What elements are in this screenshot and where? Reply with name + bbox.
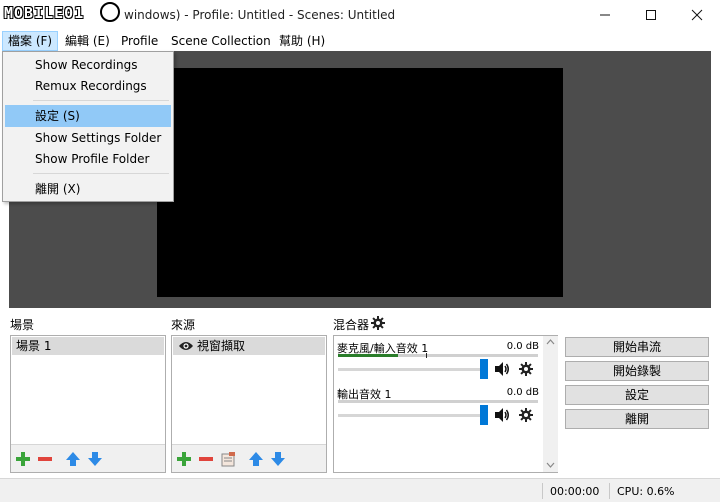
scenes-toolbar [11,444,165,472]
audio-mixer: 麥克風/輸入音效 1 0.0 dB 輸出音效 1 0.0 dB [333,335,558,473]
source-properties-icon[interactable] [220,451,236,467]
menu-show-recordings[interactable]: Show Recordings [5,54,171,76]
status-divider [542,483,543,499]
volume-slider-handle[interactable] [480,405,488,425]
menu-file[interactable]: 檔案 (F) [2,31,59,51]
mixer-channel-db: 0.0 dB [506,387,539,398]
exit-button[interactable]: 離開 [565,409,709,429]
menu-scene-collection[interactable]: Scene Collection [166,31,276,51]
menu-remux-recordings[interactable]: Remux Recordings [5,75,171,97]
eye-icon[interactable] [178,340,194,352]
scenes-list[interactable]: 場景 1 [10,335,166,473]
start-streaming-button[interactable]: 開始串流 [565,337,709,357]
sources-list[interactable]: 視窗擷取 [171,335,327,473]
add-scene-icon[interactable] [15,451,31,467]
menu-show-settings-folder[interactable]: Show Settings Folder [5,127,171,149]
maximize-icon [646,10,656,20]
menu-edit[interactable]: 編輯 (E) [60,31,115,51]
title-bar: MOBILE01 windows) - Profile: Untitled - … [0,0,720,31]
remove-scene-icon[interactable] [37,451,53,467]
menu-settings[interactable]: 設定 (S) [5,105,171,127]
status-divider [609,483,610,499]
volume-meter-level [338,354,398,357]
move-down-icon[interactable] [270,451,286,467]
channel-gear-icon[interactable] [518,407,534,423]
volume-slider[interactable] [338,414,488,417]
scroll-down-icon[interactable] [546,462,555,468]
sources-toolbar [172,444,326,472]
remove-source-icon[interactable] [198,451,214,467]
minimize-icon [600,14,610,16]
sources-label: 來源 [171,318,196,332]
mixer-label: 混合器 [333,318,370,332]
volume-slider[interactable] [338,368,488,371]
window-title: windows) - Profile: Untitled - Scenes: U… [124,8,396,22]
logo-mark [100,2,120,22]
menu-help[interactable]: 幫助 (H) [274,31,330,51]
move-up-icon[interactable] [65,451,81,467]
status-bar: 00:00:00 CPU: 0.6% [0,478,720,502]
speaker-icon[interactable] [494,361,510,377]
close-button[interactable] [674,0,720,30]
volume-meter [338,400,538,403]
add-source-icon[interactable] [176,451,192,467]
status-time: 00:00:00 [550,485,600,498]
menu-bar: 檔案 (F) 編輯 (E) Profile Scene Collection 幫… [0,31,720,51]
menu-profile[interactable]: Profile [116,31,163,51]
settings-button[interactable]: 設定 [565,385,709,405]
speaker-icon[interactable] [494,407,510,423]
scroll-up-icon[interactable] [546,339,555,345]
scenes-label: 場景 [10,318,35,332]
close-icon [691,9,703,21]
mixer-scrollbar[interactable] [543,336,558,472]
mixer-channel-db: 0.0 dB [506,341,539,352]
minimize-button[interactable] [582,0,628,30]
scene-item[interactable]: 場景 1 [12,337,164,355]
logo: MOBILE01 [2,2,124,26]
move-up-icon[interactable] [248,451,264,467]
logo-text: MOBILE01 [4,4,85,22]
channel-gear-icon[interactable] [518,361,534,377]
preview-canvas[interactable] [157,68,563,297]
move-down-icon[interactable] [87,451,103,467]
status-cpu: CPU: 0.6% [617,485,675,498]
mixer-gear-icon[interactable] [370,315,386,331]
volume-slider-handle[interactable] [480,359,488,379]
menu-show-profile-folder[interactable]: Show Profile Folder [5,148,171,170]
file-dropdown-menu: Show Recordings Remux Recordings 設定 (S) … [2,51,174,202]
menu-separator [33,173,169,174]
source-item-label: 視窗擷取 [197,339,246,353]
source-item[interactable]: 視窗擷取 [173,337,325,355]
menu-separator [33,100,169,101]
peak-marker [426,353,427,358]
menu-exit[interactable]: 離開 (X) [5,178,171,200]
maximize-button[interactable] [628,0,674,30]
start-recording-button[interactable]: 開始錄製 [565,361,709,381]
